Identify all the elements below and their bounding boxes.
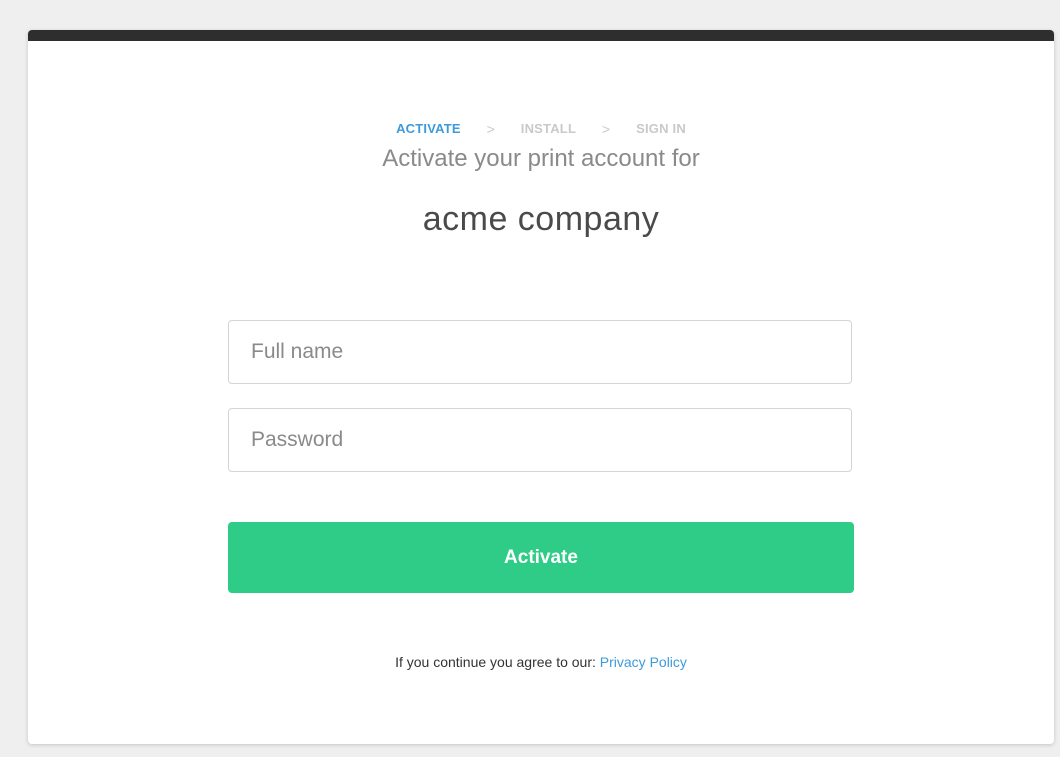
password-input[interactable] xyxy=(228,408,852,472)
step-sign-in: SIGN IN xyxy=(636,121,686,137)
top-bar xyxy=(28,30,1054,41)
page-subtitle: Activate your print account for xyxy=(382,145,700,172)
legal-notice: If you continue you agree to our: Privac… xyxy=(28,654,1054,670)
privacy-policy-link[interactable]: Privacy Policy xyxy=(600,654,687,670)
legal-text: If you continue you agree to our: xyxy=(395,654,596,670)
company-name: acme company xyxy=(422,200,660,238)
full-name-input[interactable] xyxy=(228,320,852,384)
step-install: INSTALL xyxy=(520,121,577,137)
chevron-right-icon: > xyxy=(601,120,611,137)
step-activate: ACTIVATE xyxy=(396,121,461,137)
activate-button[interactable]: Activate xyxy=(228,522,854,593)
progress-steps: ACTIVATE > INSTALL > SIGN IN xyxy=(28,120,1054,137)
activation-card: ACTIVATE > INSTALL > SIGN IN Activate yo… xyxy=(28,30,1054,744)
chevron-right-icon: > xyxy=(486,120,495,137)
